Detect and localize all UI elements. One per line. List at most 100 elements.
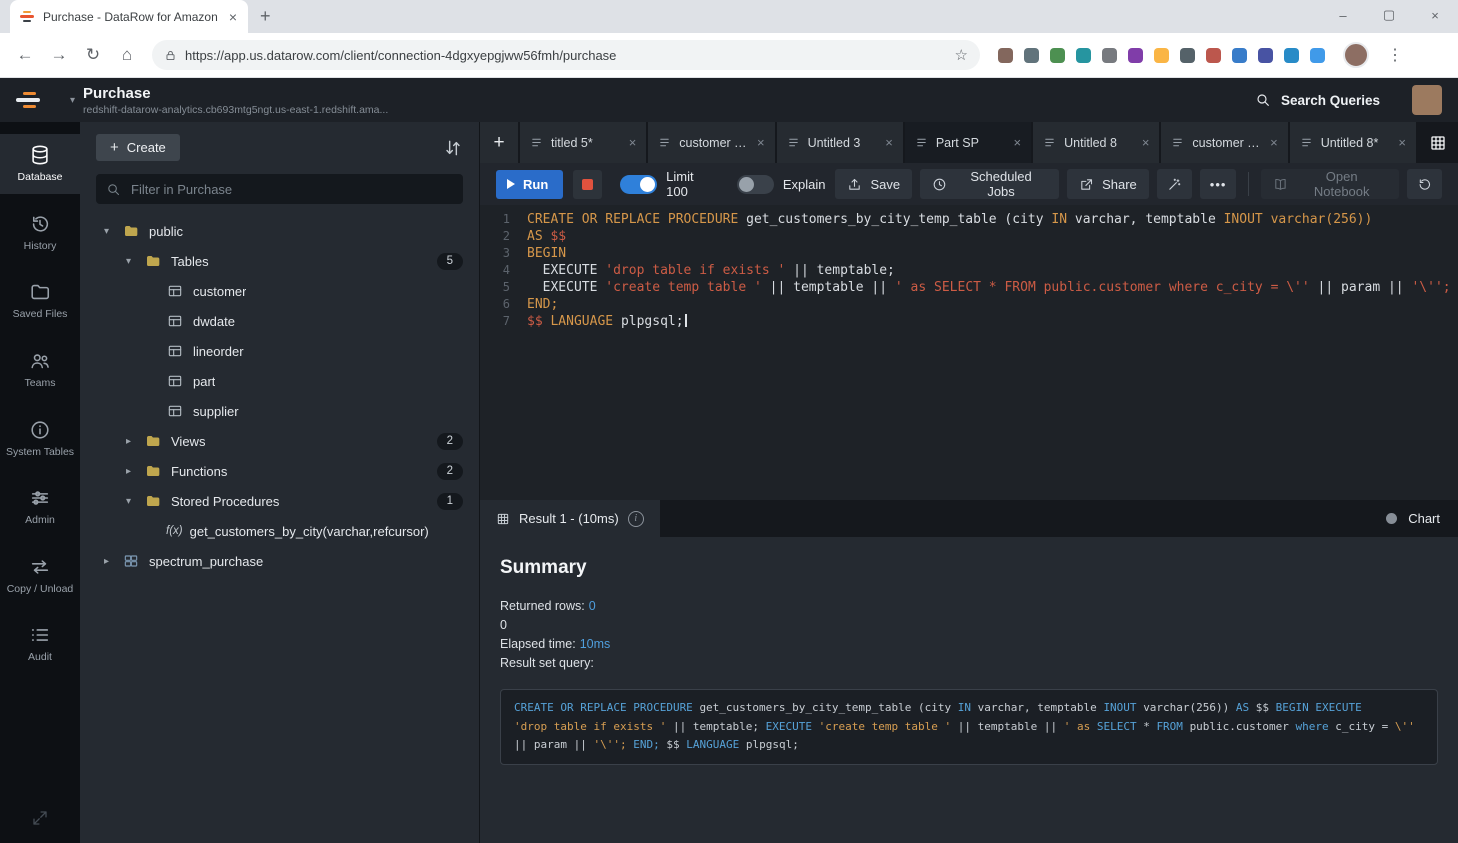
extension-icon[interactable]: [1128, 47, 1143, 63]
sidebar-item-admin[interactable]: Admin: [0, 477, 80, 537]
search-queries-button[interactable]: Search Queries: [1281, 93, 1380, 108]
share-button[interactable]: Share: [1067, 169, 1149, 199]
filter-input[interactable]: [129, 180, 453, 198]
editor-tab-untitled-8[interactable]: Untitled 8* ×: [1289, 122, 1416, 163]
database-icon: [29, 144, 51, 166]
connection-caret-icon[interactable]: ▾: [70, 95, 75, 106]
sidebar-item-system-tables[interactable]: System Tables: [0, 409, 80, 469]
code-token: AS: [527, 229, 551, 244]
tab-close-icon[interactable]: ×: [885, 135, 893, 150]
extension-icon[interactable]: [1310, 47, 1325, 63]
url-text[interactable]: https://app.us.datarow.com/client/connec…: [185, 48, 947, 63]
new-tab-button[interactable]: +: [248, 6, 283, 33]
extension-icon[interactable]: [1024, 47, 1039, 63]
new-query-tab-button[interactable]: +: [480, 122, 518, 163]
reload-button[interactable]: ↻: [78, 40, 108, 70]
collapse-sidebar-button[interactable]: [0, 809, 80, 827]
sql-editor[interactable]: 1 CREATE OR REPLACE PROCEDURE get_custome…: [480, 205, 1458, 500]
elapsed-time-line: Elapsed time: 10ms: [500, 635, 1438, 654]
more-options-button[interactable]: •••: [1199, 169, 1237, 199]
forward-button[interactable]: →: [44, 40, 74, 70]
tab-close-icon[interactable]: ×: [226, 9, 240, 25]
tree-item-get-customers-by-city-varchar-refcursor[interactable]: f(x) get_customers_by_city(varchar,refcur…: [80, 516, 479, 546]
tab-close-icon[interactable]: ×: [1398, 135, 1406, 150]
chevron-down-icon[interactable]: ▾: [104, 226, 122, 237]
filter-box[interactable]: [96, 174, 463, 204]
editor-tab-untitled-3[interactable]: Untitled 3 ×: [776, 122, 903, 163]
tree-item-dwdate[interactable]: dwdate: [80, 306, 479, 336]
tab-close-icon[interactable]: ×: [1014, 135, 1022, 150]
browser-tab[interactable]: Purchase - DataRow for Amazon ×: [10, 0, 248, 33]
maximize-button[interactable]: ▢: [1366, 0, 1412, 30]
extension-icon[interactable]: [1284, 47, 1299, 63]
connection-title-block[interactable]: Purchase redshift-datarow-analytics.cb69…: [83, 85, 388, 116]
chevron-down-icon[interactable]: ▾: [126, 496, 144, 507]
tab-close-icon[interactable]: ×: [629, 135, 637, 150]
tree-item-functions[interactable]: ▸ Functions 2: [80, 456, 479, 486]
editor-tab-customer-table[interactable]: customer Table ×: [648, 122, 775, 163]
tree-item-stored-procedures[interactable]: ▾ Stored Procedures 1: [80, 486, 479, 516]
sort-button[interactable]: [443, 138, 463, 158]
extension-icon[interactable]: [1232, 47, 1247, 63]
stop-button[interactable]: [573, 169, 603, 199]
tree-item-public[interactable]: ▾ public: [80, 216, 479, 246]
tab-close-icon[interactable]: ×: [757, 135, 765, 150]
extension-icon[interactable]: [1076, 47, 1091, 63]
save-button[interactable]: Save: [835, 169, 913, 199]
editor-tab-titled-5[interactable]: titled 5* ×: [520, 122, 647, 163]
secondary-value: 0: [500, 618, 507, 632]
sidebar-item-copy-unload[interactable]: Copy / Unload: [0, 546, 80, 606]
tab-list-button[interactable]: [1418, 122, 1458, 163]
tree-item-spectrum-purchase[interactable]: ▸ spectrum_purchase: [80, 546, 479, 576]
extension-icon[interactable]: [1102, 47, 1117, 63]
chevron-right-icon[interactable]: ▸: [126, 466, 144, 477]
format-query-button[interactable]: [1156, 169, 1192, 199]
sidebar-item-database[interactable]: Database: [0, 134, 80, 194]
limit-toggle[interactable]: [620, 174, 658, 194]
browser-profile-avatar[interactable]: [1343, 42, 1369, 68]
sidebar-item-teams[interactable]: Teams: [0, 340, 80, 400]
tree-item-customer[interactable]: customer: [80, 276, 479, 306]
browser-menu-icon[interactable]: ⋮: [1379, 45, 1411, 65]
open-notebook-button[interactable]: Open Notebook: [1261, 169, 1399, 199]
extension-icon[interactable]: [1154, 47, 1169, 63]
info-icon[interactable]: i: [627, 510, 644, 527]
sidebar-item-history[interactable]: History: [0, 203, 80, 263]
explain-toggle[interactable]: [736, 174, 774, 194]
tab-close-icon[interactable]: ×: [1270, 135, 1278, 150]
tab-close-icon[interactable]: ×: [1142, 135, 1150, 150]
user-avatar[interactable]: [1412, 85, 1442, 115]
bookmark-star-icon[interactable]: ☆: [955, 46, 968, 64]
address-bar[interactable]: https://app.us.datarow.com/client/connec…: [152, 40, 980, 70]
extension-icon[interactable]: [998, 47, 1013, 63]
tree-item-views[interactable]: ▸ Views 2: [80, 426, 479, 456]
create-button[interactable]: + Create: [96, 134, 180, 161]
editor-tab-untitled-8[interactable]: Untitled 8 ×: [1033, 122, 1160, 163]
editor-tab-customer-table[interactable]: customer Table* ×: [1161, 122, 1288, 163]
chevron-right-icon[interactable]: ▸: [104, 556, 122, 567]
chevron-right-icon[interactable]: ▸: [126, 436, 144, 447]
extension-icon[interactable]: [1258, 47, 1273, 63]
scheduled-jobs-button[interactable]: Scheduled Jobs: [920, 169, 1060, 199]
code-line: 2 AS $$: [480, 228, 1458, 245]
extension-icon[interactable]: [1206, 47, 1221, 63]
tree-item-part[interactable]: part: [80, 366, 479, 396]
query-history-button[interactable]: [1407, 169, 1442, 199]
close-button[interactable]: ×: [1412, 0, 1458, 30]
tree-item-supplier[interactable]: supplier: [80, 396, 479, 426]
back-button[interactable]: ←: [10, 40, 40, 70]
tree-item-tables[interactable]: ▾ Tables 5: [80, 246, 479, 276]
editor-tab-part-sp[interactable]: Part SP ×: [904, 122, 1032, 163]
minimize-button[interactable]: –: [1320, 0, 1366, 30]
tree-item-lineorder[interactable]: lineorder: [80, 336, 479, 366]
extension-icon[interactable]: [1050, 47, 1065, 63]
home-button[interactable]: ⌂: [112, 40, 142, 70]
chart-toggle[interactable]: Chart: [1386, 500, 1458, 537]
extension-icon[interactable]: [1180, 47, 1195, 63]
sidebar-item-saved-files[interactable]: Saved Files: [0, 271, 80, 331]
run-button[interactable]: Run: [496, 169, 564, 199]
result-tab[interactable]: Result 1 - (10ms) i: [480, 500, 660, 537]
chevron-down-icon[interactable]: ▾: [126, 256, 144, 267]
chart-radio-icon[interactable]: [1386, 513, 1398, 524]
sidebar-item-audit[interactable]: Audit: [0, 614, 80, 674]
